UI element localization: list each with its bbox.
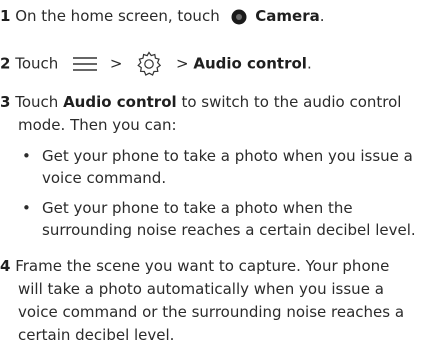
- bullet-dot: •: [22, 199, 31, 217]
- step-4-line-2: will take a photo automatically when you…: [18, 279, 384, 301]
- step-number: 3: [0, 93, 11, 111]
- settings-gear-icon: [135, 50, 163, 78]
- step-text: Touch: [15, 54, 59, 73]
- separator: >: [175, 54, 189, 73]
- bullet-item-2-line-2: surrounding noise reaches a certain deci…: [42, 220, 416, 242]
- step-text: will take a photo automatically when you…: [18, 280, 384, 298]
- bullet-dot: •: [22, 147, 31, 165]
- bullet-text: Get your phone to take a photo when the: [42, 199, 353, 217]
- camera-icon: [230, 8, 248, 26]
- step-number: 2: [0, 54, 11, 73]
- instructions-page: 1 On the home screen, touch Camera. 2 To…: [0, 0, 422, 349]
- step-text: certain decibel level.: [18, 326, 175, 344]
- step-4: 4 Frame the scene you want to capture. Y…: [0, 256, 389, 278]
- bullet-item-1-line-2: voice command.: [42, 168, 166, 190]
- separator: >: [109, 54, 123, 73]
- step-3: 3 Touch Audio control to switch to the a…: [0, 92, 401, 114]
- step-3-line-2: mode. Then you can:: [18, 115, 177, 137]
- step-text: mode. Then you can:: [18, 116, 177, 134]
- bullet-item-2: • Get your phone to take a photo when the: [22, 198, 353, 220]
- step-number: 1: [0, 7, 11, 25]
- step-1: 1 On the home screen, touch Camera.: [0, 6, 325, 28]
- step-4-line-4: certain decibel level.: [18, 325, 174, 347]
- audio-control-label: Audio control: [193, 54, 307, 73]
- step-number: 4: [0, 257, 11, 275]
- step-text: On the home screen, touch: [15, 7, 220, 25]
- bullet-text: Get your phone to take a photo when you …: [42, 147, 413, 165]
- bullet-item-1: • Get your phone to take a photo when you…: [22, 146, 413, 168]
- step-text: voice command or the surrounding noise r…: [18, 303, 405, 321]
- step-text-cont: to switch to the audio control: [181, 93, 402, 111]
- bullet-text: surrounding noise reaches a certain deci…: [42, 221, 416, 239]
- audio-control-label: Audio control: [63, 93, 177, 111]
- step-4-line-3: voice command or the surrounding noise r…: [18, 302, 404, 324]
- step-2: 2 Touch > > Audio control.: [0, 50, 312, 76]
- camera-label: Camera: [255, 7, 320, 25]
- step-text: Frame the scene you want to capture. You…: [15, 257, 390, 275]
- menu-icon: [71, 55, 99, 73]
- step-end: .: [319, 7, 325, 25]
- step-end: .: [306, 54, 312, 73]
- bullet-text: voice command.: [42, 169, 167, 187]
- step-text: Touch: [15, 93, 59, 111]
